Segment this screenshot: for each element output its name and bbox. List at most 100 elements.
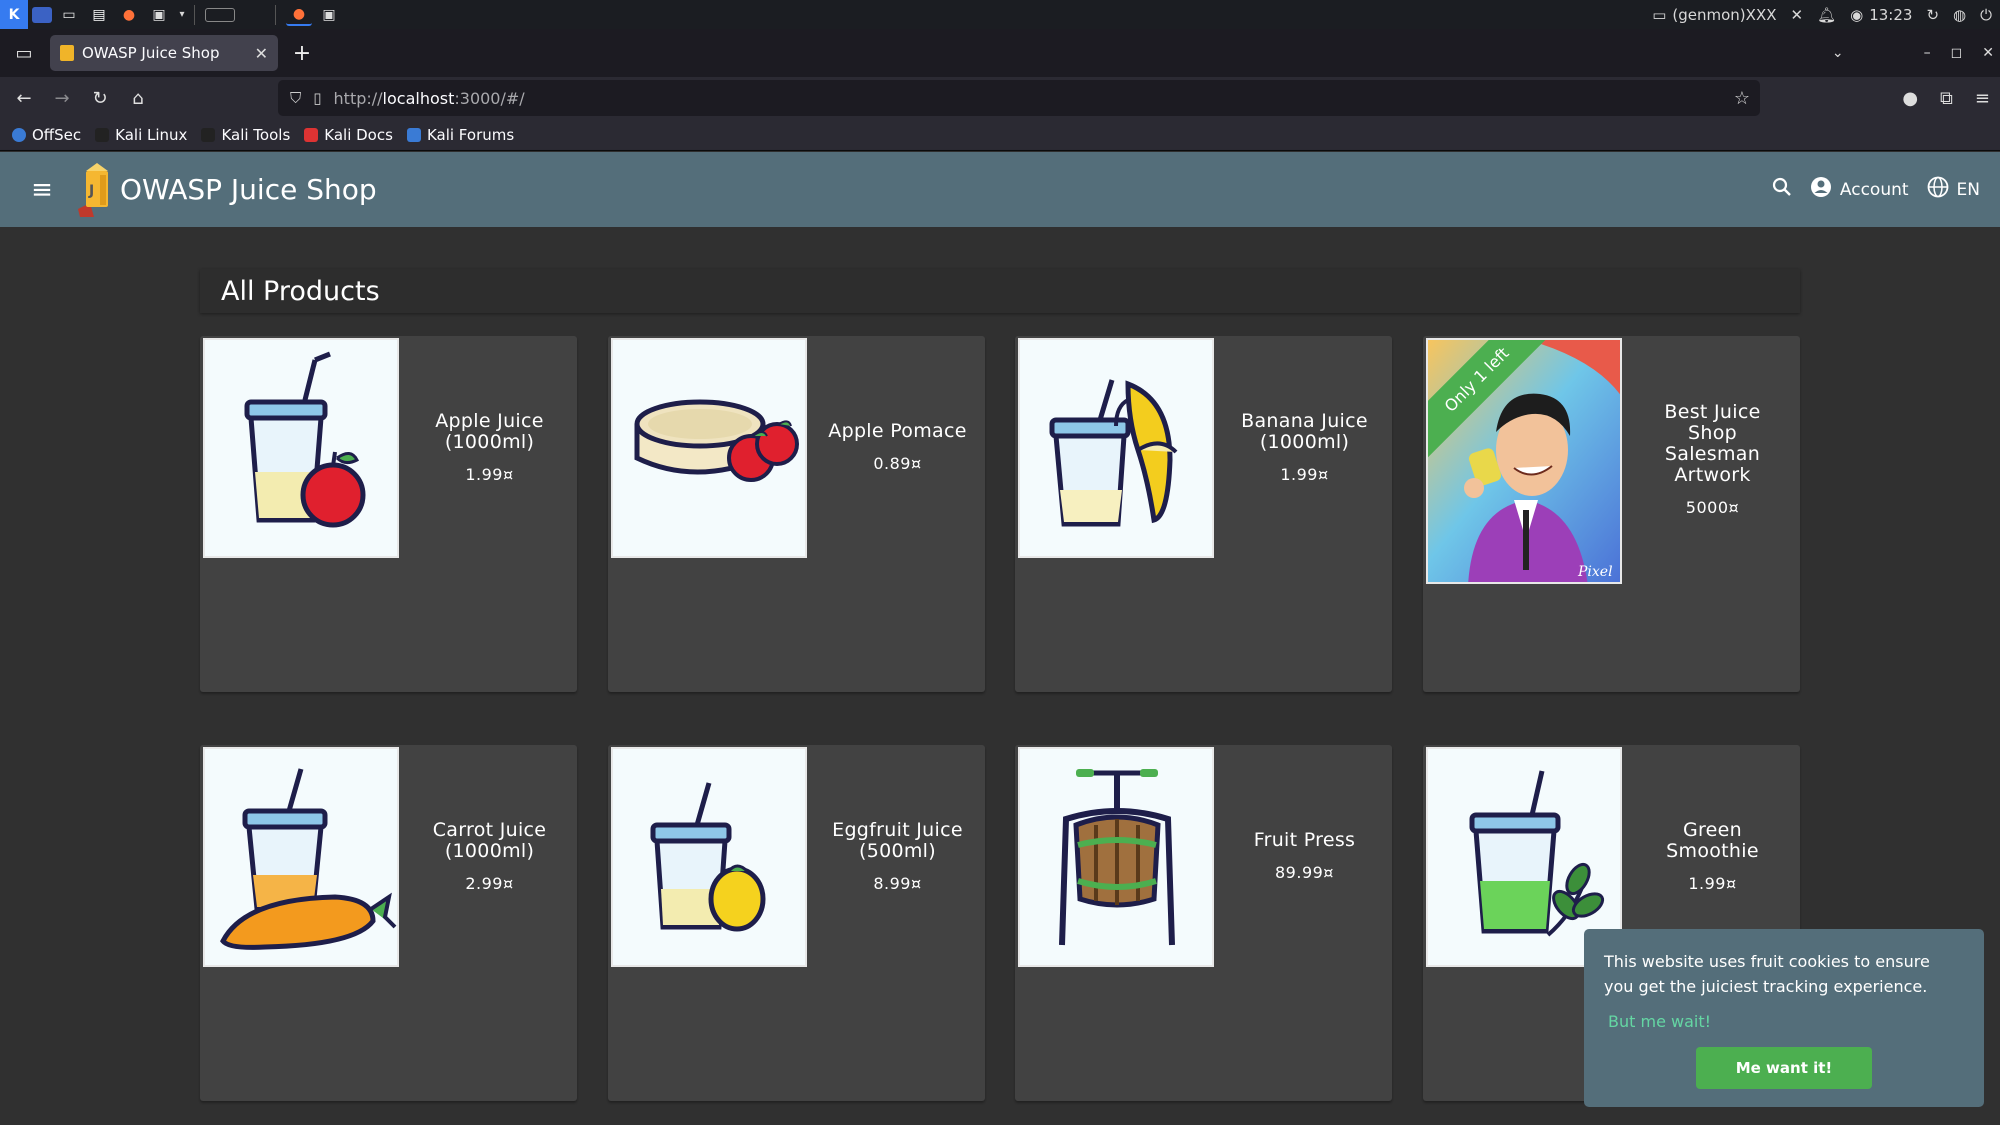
apple-juice-icon[interactable] bbox=[203, 338, 399, 558]
firefox-view-icon[interactable]: ▭ bbox=[4, 33, 44, 73]
close-tab-icon[interactable]: ✕ bbox=[255, 44, 268, 63]
bookmarks-bar: OffSec Kali Linux Kali Tools Kali Docs K… bbox=[0, 119, 2000, 151]
hamburger-menu-icon[interactable]: ≡ bbox=[1975, 88, 1990, 109]
chevron-down-icon[interactable]: ▾ bbox=[176, 4, 188, 26]
file-manager-icon[interactable]: ▭ bbox=[56, 4, 82, 26]
product-name: Carrot Juice (1000ml) bbox=[432, 818, 547, 862]
account-circle-icon bbox=[1810, 176, 1832, 203]
cookie-accept-button[interactable]: Me want it! bbox=[1696, 1047, 1872, 1089]
eggfruit-juice-icon[interactable] bbox=[611, 747, 807, 967]
desktop-preview-icon-2[interactable] bbox=[239, 8, 269, 22]
product-info: Apple Juice (1000ml) 1.99¤ bbox=[402, 336, 577, 558]
juice-shop-logo[interactable]: J bbox=[72, 162, 118, 217]
browser-tab-active[interactable]: OWASP Juice Shop ✕ bbox=[50, 35, 278, 71]
product-name: Green Smoothie bbox=[1666, 818, 1759, 862]
product-price: 1.99¤ bbox=[465, 464, 514, 484]
browser-tab-bar: ▭ OWASP Juice Shop ✕ + ⌄ – ◻ ✕ bbox=[0, 29, 2000, 77]
extensions-icon[interactable]: ⧉ bbox=[1940, 88, 1953, 109]
text-editor-icon[interactable]: ▤ bbox=[86, 4, 112, 26]
cookie-dismiss-link[interactable]: But me wait! bbox=[1608, 1009, 1964, 1034]
product-price: 1.99¤ bbox=[1280, 464, 1329, 484]
language-button[interactable]: EN bbox=[1927, 176, 1980, 203]
volume-muted-icon[interactable]: ✕ bbox=[1791, 6, 1804, 24]
globe-icon bbox=[1927, 176, 1949, 203]
product-card[interactable]: Apple Pomace 0.89¤ bbox=[608, 336, 985, 692]
banana-juice-icon[interactable] bbox=[1018, 338, 1214, 558]
shield-icon[interactable]: ⛉ bbox=[290, 89, 301, 107]
kali-menu-icon[interactable]: K bbox=[0, 0, 28, 29]
kali-dragon-icon bbox=[201, 127, 216, 142]
offsec-icon bbox=[12, 127, 26, 142]
product-info: Eggfruit Juice (500ml) 8.99¤ bbox=[810, 745, 985, 967]
product-card[interactable]: Fruit Press 89.99¤ bbox=[1015, 745, 1392, 1101]
product-name: Apple Juice (1000ml) bbox=[435, 409, 544, 453]
maximize-window-icon[interactable]: ◻ bbox=[1951, 45, 1963, 61]
product-price: 5000¤ bbox=[1685, 497, 1740, 517]
product-price: 0.89¤ bbox=[873, 454, 922, 473]
fruit-press-icon[interactable] bbox=[1018, 747, 1214, 967]
terminal-launcher-icon[interactable]: ▣ bbox=[146, 4, 172, 26]
notification-bell-icon[interactable]: 🔔︎ bbox=[1817, 6, 1836, 24]
kali-docs-icon bbox=[304, 127, 319, 142]
search-icon[interactable] bbox=[1772, 177, 1792, 202]
url-text: http://localhost:3000/#/ bbox=[333, 88, 525, 108]
clock[interactable]: ◉ 13:23 bbox=[1850, 6, 1912, 24]
bookmark-kali-forums[interactable]: Kali Forums bbox=[406, 126, 514, 144]
product-info: Best Juice Shop Salesman Artwork 5000¤ bbox=[1625, 336, 1800, 582]
apple-pomace-icon[interactable] bbox=[611, 338, 807, 558]
product-price: 1.99¤ bbox=[1688, 873, 1737, 893]
desktop-preview-icon[interactable] bbox=[205, 7, 235, 22]
account-button[interactable]: Account bbox=[1810, 176, 1909, 203]
product-card[interactable]: Pixel Only 1 left Best Juice Shop Salesm… bbox=[1423, 336, 1800, 692]
product-price: 2.99¤ bbox=[465, 873, 514, 893]
bookmark-offsec[interactable]: OffSec bbox=[12, 126, 81, 144]
forward-button[interactable]: → bbox=[44, 81, 80, 115]
new-tab-button[interactable]: + bbox=[286, 37, 318, 69]
bookmark-kali-linux[interactable]: Kali Linux bbox=[95, 126, 187, 144]
sidenav-menu-button[interactable]: ≡ bbox=[18, 166, 66, 214]
product-name: Best Juice Shop Salesman Artwork bbox=[1664, 400, 1761, 486]
minimize-window-icon[interactable]: – bbox=[1924, 45, 1931, 61]
juice-shop-favicon-icon bbox=[60, 45, 74, 61]
page-icon[interactable]: ▯ bbox=[313, 89, 321, 107]
bookmark-kali-tools[interactable]: Kali Tools bbox=[201, 126, 290, 144]
home-button[interactable]: ⌂ bbox=[120, 81, 156, 115]
browser-nav-bar: ← → ↻ ⌂ ⛉ ▯ http://localhost:3000/#/ ☆ ●… bbox=[0, 77, 2000, 119]
back-button[interactable]: ← bbox=[6, 81, 42, 115]
svg-text:J: J bbox=[88, 183, 94, 199]
firefox-launcher-icon[interactable]: ● bbox=[116, 4, 142, 26]
close-window-icon[interactable]: ✕ bbox=[1982, 45, 1994, 61]
product-price: 89.99¤ bbox=[1275, 863, 1334, 882]
reload-button[interactable]: ↻ bbox=[82, 81, 118, 115]
salesman-artwork[interactable]: Pixel Only 1 left bbox=[1426, 338, 1622, 584]
cookie-message: This website uses fruit cookies to ensur… bbox=[1604, 952, 1930, 996]
terminal-window-icon[interactable]: ▣ bbox=[316, 4, 342, 26]
kali-dragon-icon bbox=[95, 127, 110, 142]
product-name: Eggfruit Juice (500ml) bbox=[832, 818, 963, 862]
product-card[interactable]: Apple Juice (1000ml) 1.99¤ bbox=[200, 336, 577, 692]
clock-icon: ◉ bbox=[1850, 5, 1864, 24]
product-card[interactable]: Eggfruit Juice (500ml) 8.99¤ bbox=[608, 745, 985, 1101]
url-bar[interactable]: ⛉ ▯ http://localhost:3000/#/ ☆ bbox=[278, 80, 1760, 116]
account-circle-icon[interactable]: ● bbox=[1902, 88, 1918, 109]
power-icon[interactable]: ⏻ bbox=[1980, 6, 1992, 24]
bookmark-kali-docs[interactable]: Kali Docs bbox=[304, 126, 393, 144]
workspace-icon[interactable] bbox=[32, 6, 52, 23]
network-icon[interactable]: ◍ bbox=[1953, 6, 1966, 24]
list-all-tabs-icon[interactable]: ⌄ bbox=[1832, 45, 1844, 61]
bookmark-star-icon[interactable]: ☆ bbox=[1734, 88, 1750, 109]
product-name: Banana Juice (1000ml) bbox=[1241, 409, 1368, 453]
page-title: All Products bbox=[200, 269, 1800, 313]
product-price: 8.99¤ bbox=[873, 873, 922, 893]
product-card[interactable]: Banana Juice (1000ml) 1.99¤ bbox=[1015, 336, 1392, 692]
product-name: Apple Pomace bbox=[828, 420, 967, 442]
cookie-consent-banner: This website uses fruit cookies to ensur… bbox=[1584, 929, 1984, 1107]
product-info: Banana Juice (1000ml) 1.99¤ bbox=[1217, 336, 1392, 558]
carrot-juice-icon[interactable] bbox=[203, 747, 399, 967]
app-title[interactable]: OWASP Juice Shop bbox=[120, 173, 377, 206]
firefox-window-icon[interactable]: ● bbox=[286, 4, 312, 26]
product-card[interactable]: Carrot Juice (1000ml) 2.99¤ bbox=[200, 745, 577, 1101]
app-toolbar: ≡ J OWASP Juice Shop Account EN bbox=[0, 152, 2000, 227]
refresh-icon[interactable]: ↻ bbox=[1926, 6, 1939, 24]
product-info: Fruit Press 89.99¤ bbox=[1217, 745, 1392, 967]
